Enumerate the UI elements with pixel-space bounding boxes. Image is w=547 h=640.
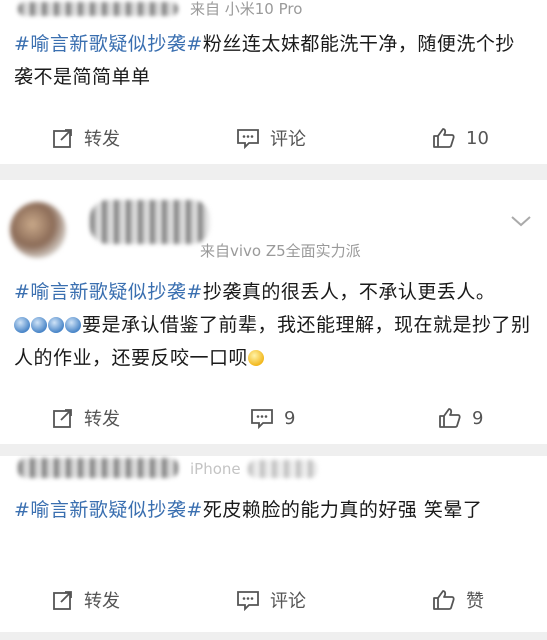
chevron-down-icon[interactable] (509, 214, 533, 228)
action-bar: 转发 评论 赞 (0, 580, 547, 620)
hashtag-link[interactable]: #喻言新歌疑似抄袭# (14, 33, 203, 55)
thumbs-up-icon (433, 128, 455, 148)
comment-icon (237, 129, 259, 149)
repost-icon (53, 409, 72, 428)
comment-button[interactable]: 9 (250, 398, 295, 438)
repost-icon (53, 129, 72, 148)
emoji-group (14, 309, 82, 342)
device-label: 来自vivo Z5全面实力派 (200, 242, 361, 260)
user-avatar[interactable] (10, 202, 66, 258)
like-count: 9 (472, 407, 484, 429)
repost-label: 转发 (84, 129, 120, 150)
comment-button[interactable]: 评论 (236, 580, 306, 620)
post-card-3: iPhone #喻言新歌疑似抄袭#死皮赖脸的能力真的好强 笑晕了 转发 评论 赞 (0, 456, 547, 632)
sweat-emoji-icon (31, 317, 47, 333)
comment-icon (251, 409, 273, 429)
comment-button[interactable]: 评论 (236, 118, 306, 158)
post-body: #喻言新歌疑似抄袭#死皮赖脸的能力真的好强 笑晕了 (14, 494, 534, 527)
thumbs-up-icon (433, 590, 455, 610)
post-card-1: 来自 小米10 Pro #喻言新歌疑似抄袭#粉丝连太妹都能洗干净，随便洗个抄袭不… (0, 0, 547, 164)
sweat-emoji-icon (48, 317, 64, 333)
like-label: 赞 (466, 591, 484, 612)
repost-icon (53, 591, 72, 610)
comment-count: 9 (284, 407, 296, 429)
comment-icon (237, 591, 259, 611)
sweat-emoji-icon (14, 317, 30, 333)
blurred-username (18, 458, 178, 478)
comment-label: 评论 (270, 591, 306, 612)
blurred-username (90, 200, 210, 244)
repost-label: 转发 (84, 409, 120, 430)
repost-label: 转发 (84, 591, 120, 612)
sweat-emoji-icon (65, 317, 81, 333)
action-bar: 转发 评论 10 (0, 118, 547, 158)
post-text: 死皮赖脸的能力真的好强 笑晕了 (202, 499, 483, 521)
post-text-cont: 要是承认借鉴了前辈，我还能理解，现在就是抄了别人的作业，还要反咬一口呗 (14, 314, 531, 369)
comment-label: 评论 (270, 129, 306, 150)
like-button[interactable]: 10 (432, 118, 489, 158)
blurred-device-suffix (248, 460, 318, 478)
thumbs-up-icon (439, 408, 461, 428)
device-label: iPhone (190, 460, 241, 478)
post-text: 抄袭真的很丢人，不承认更丢人。 (202, 281, 496, 303)
repost-button[interactable]: 转发 (52, 398, 120, 438)
repost-button[interactable]: 转发 (52, 580, 120, 620)
post-body: #喻言新歌疑似抄袭#粉丝连太妹都能洗干净，随便洗个抄袭不是简简单单 (14, 28, 534, 94)
repost-button[interactable]: 转发 (52, 118, 120, 158)
hashtag-link[interactable]: #喻言新歌疑似抄袭# (14, 499, 203, 521)
hashtag-link[interactable]: #喻言新歌疑似抄袭# (14, 281, 203, 303)
device-label: 来自 小米10 Pro (190, 0, 303, 18)
like-button[interactable]: 赞 (432, 580, 484, 620)
blurred-username (18, 2, 178, 16)
post-card-2: 来自vivo Z5全面实力派 #喻言新歌疑似抄袭#抄袭真的很丢人，不承认更丢人。… (0, 180, 547, 444)
like-count: 10 (466, 127, 489, 149)
like-button[interactable]: 9 (438, 398, 483, 438)
crying-emoji-icon (248, 350, 265, 366)
post-body: #喻言新歌疑似抄袭#抄袭真的很丢人，不承认更丢人。要是承认借鉴了前辈，我还能理解… (14, 276, 534, 375)
action-bar: 转发 9 9 (0, 398, 547, 438)
